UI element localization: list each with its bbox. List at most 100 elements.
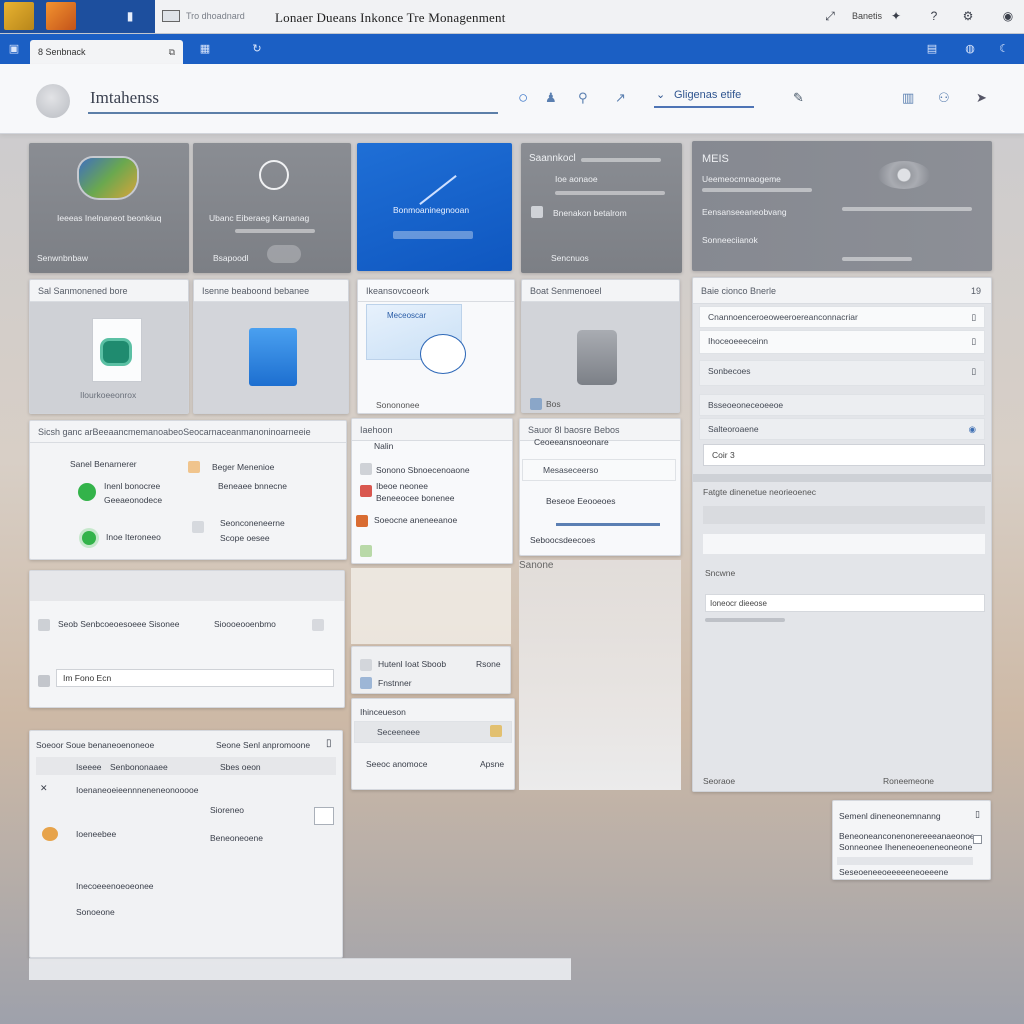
tile-r2-2[interactable]: Isenne beaboond bebanee [193,279,349,414]
panel-r5-x-icon[interactable]: ✕ [40,783,48,794]
list1-item-2: Ibeoe neonee [376,481,428,491]
grid-icon[interactable]: ▦ [198,42,212,56]
tile-r1-2[interactable]: Ubanc Eiberaeg Karnanag Bsapoodl [193,143,351,273]
panel-r5-checkbox[interactable] [314,807,334,825]
panel-r3-1-right-3: Seonconeneerne [220,518,285,528]
right-panel-row-2[interactable]: Ihoceoeeeceinn ▯ [699,330,985,354]
panel-r5-menu-icon[interactable]: ▯ [326,738,332,749]
panel-r5-tab-1[interactable]: Iseeee [76,762,102,772]
list2-item-1-label: Mesaseceerso [543,465,599,475]
calendar-icon[interactable]: ▤ [925,42,939,56]
app-icon-yellow[interactable] [4,2,34,30]
list1-sub: Nalin [374,441,394,451]
preview-card-label: Meceoscar [387,311,427,320]
right-panel-input-2[interactable] [705,594,985,612]
popup-checkbox[interactable] [973,835,982,844]
settings-icon[interactable]: ⚙ [960,8,976,24]
panel-r4-3-footer: Seeoc anomoce [366,759,428,769]
right-panel-row-5-label: Salteoroaene [708,424,759,434]
chevron-down-icon: ⌄ [656,89,666,101]
right-panel-row-3[interactable]: Sonbecoes ▯ [699,360,985,386]
panel-r5: Soeoor Soue benaneoenoneoe Seone Senl an… [29,730,343,958]
row-menu-icon[interactable]: ▯ [971,331,976,351]
titlebar-right-label[interactable]: Banetis [852,11,882,21]
yellow-grid-icon[interactable] [490,725,502,737]
app-window-green-icon [103,341,129,363]
address-text[interactable]: Tro dhoadnard [186,11,245,21]
row-menu-icon[interactable]: ▯ [971,307,976,327]
tile-r2-4[interactable]: Boat Senmenoeel Bos [521,279,680,413]
app-window-icon [92,318,142,382]
eye-icon [878,161,930,189]
panel-r5-tab-2[interactable]: Senbononaaee [110,762,168,772]
app-icon-orange[interactable] [46,2,76,30]
right-panel-row-4-label: Bsseoeoneceoeeoe [708,400,784,410]
right-panel-divider [693,474,991,482]
tile-r1-1[interactable]: Ieeeas Inelnaneot beonkiuq Senwnbnbaw [29,143,189,273]
avatar[interactable] [36,84,70,118]
panel-r4-2-label: Hutenl Ioat Sboob [378,659,447,669]
right-panel-row-5[interactable]: Salteoroaene ◉ [699,418,985,440]
popup-close-icon[interactable]: ▯ [975,809,980,820]
tab-active[interactable]: 8 Senbnack ⧉ [30,40,183,64]
green-check-icon[interactable] [78,483,96,501]
arrow-icon[interactable]: ↗ [615,90,626,106]
circle-icon[interactable]: ○ [518,88,528,108]
list2-item-2: Beseoe Eeooeoes [546,496,616,506]
tab-close-icon[interactable]: ⧉ [169,40,175,64]
panel-r4-2-sub: Fnstnner [378,678,412,688]
tile-r1-5[interactable]: MEIS Ueemeocmnaogeme Eensanseeaneobvang … [692,141,992,271]
tile-r2-4-footer: Bos [546,399,561,409]
tile-r1-3[interactable]: Bonmoaninegnooan [357,143,512,271]
panel-r4-3-row[interactable]: Seceeneee [354,721,512,743]
tile-r1-1-footer: Senwnbnbaw [37,253,89,263]
globe-icon[interactable]: ◍ [963,42,977,56]
help-icon[interactable]: ? [926,8,942,24]
panel-r4-1-input[interactable] [56,669,334,687]
row-menu-icon[interactable]: ▯ [971,361,976,381]
menu-square-icon[interactable]: ▣ [7,42,21,56]
filter-icon[interactable]: ⚲ [578,90,588,106]
right-panel-title: Baie cionco Bnerle [701,286,777,296]
people-icon[interactable]: ⚇ [938,90,950,106]
panel-r5-tab-3[interactable]: Sbes oeon [220,762,261,772]
tab-active-label: 8 Senbnack [38,47,86,57]
pin-icon[interactable]: ▮ [122,8,138,24]
column-r4-4: Sanone [519,560,681,790]
refresh-icon[interactable]: ↻ [250,42,264,56]
panel-r3-1-item-3: Inoe Iteroneeo [106,532,161,542]
panel-r4-2-right: Rsone [476,659,501,669]
cloud-icon [267,245,301,263]
folder-icon [249,328,297,386]
panel-r3-1: Sicsh ganc arBeeaancmemanoabeoSeocarnace… [29,420,347,560]
right-panel-row-2-label: Ihoceoeeeceinn [708,336,769,346]
progress-bar [556,523,660,526]
bar-chart-icon[interactable]: ▥ [902,90,914,106]
right-panel-input[interactable] [703,444,985,466]
page-icon [162,10,180,22]
tile-r2-3[interactable]: Ikeansovcoeork Meceoscar Sonononee [357,279,515,414]
person-icon[interactable]: ♟ [545,90,557,106]
green-dot-icon[interactable] [82,531,96,545]
right-panel-row-1[interactable]: Cnannoenceroeoweeroereanconnacriar ▯ [699,306,985,328]
tile-r1-4[interactable]: Saannkocl Ioe aonaoe Bnenakon betalrom S… [521,143,682,273]
right-panel-row-4[interactable]: Bsseoeoneceoeeoe [699,394,985,416]
card-icon[interactable] [312,619,324,631]
account-icon[interactable]: ◉ [1000,8,1016,24]
view-selector-label: Gligenas etife [674,89,742,101]
list2-item-1[interactable]: Mesaseceerso [522,459,676,481]
panel-r4-2[interactable]: Hutenl Ioat Sboob Rsone Fnstnner [351,646,511,694]
tile-r2-1[interactable]: Sal Sanmonened bore Ilourkoeeonrox [29,279,189,414]
row-info-icon[interactable]: ◉ [969,419,976,439]
pen-icon[interactable]: ✎ [793,90,804,106]
cursor-icon[interactable]: ➤ [976,90,987,106]
popup-line-2: Sonneonee Iheneneoeneneoneone [839,842,973,852]
moon-icon[interactable]: ☾ [997,42,1011,56]
star-icon[interactable]: ✦ [888,8,904,24]
expand-icon[interactable]: ⤢ [822,8,838,24]
tile-r2-1-footer: Ilourkoeeonrox [80,390,137,400]
view-selector[interactable]: ⌄ Gligenas etife [654,86,754,108]
grey-box-icon [360,463,372,475]
search-input[interactable] [88,84,498,114]
panel-r4-1-topbar [30,571,344,601]
